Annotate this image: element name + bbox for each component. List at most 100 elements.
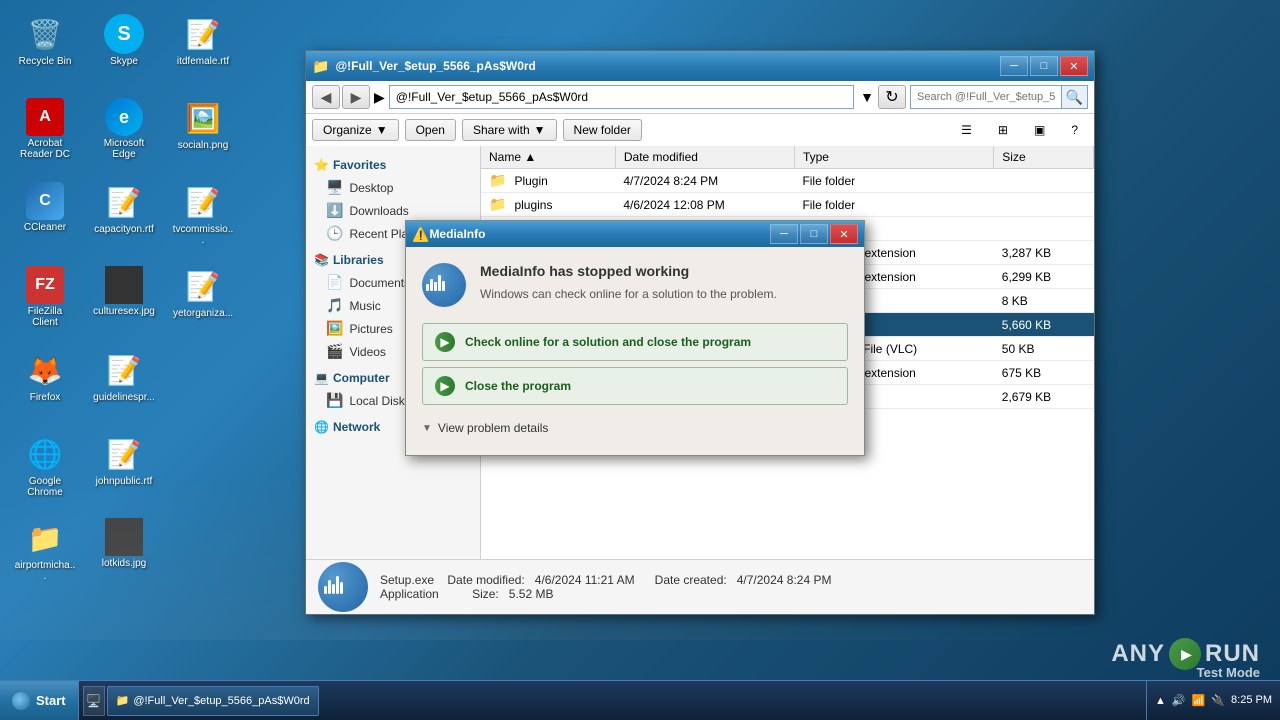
dialog-maximize-button[interactable]: □ — [800, 224, 828, 244]
view-large-button[interactable]: ⊞ — [988, 120, 1018, 140]
network-tray-icon[interactable]: 📶 — [1192, 694, 1206, 707]
documents-icon-small: 📄 — [326, 274, 343, 291]
search-button[interactable]: 🔍 — [1061, 86, 1087, 108]
ccleaner-image: C — [26, 182, 64, 220]
yetorganiza-label: yetorganiza... — [173, 308, 233, 319]
search-input[interactable] — [911, 86, 1061, 108]
power-icon[interactable]: 🔌 — [1211, 694, 1225, 707]
ccleaner-icon[interactable]: C CCleaner — [10, 178, 80, 258]
skype-icon[interactable]: S Skype — [89, 10, 159, 90]
file-size: 2,679 KB — [994, 385, 1094, 409]
sidebar-localdisk-label: Local Disk — [349, 394, 404, 408]
tvcommission-rtf-icon[interactable]: 📝 tvcommissio... — [168, 178, 238, 258]
sidebar-item-desktop[interactable]: 🖥️ Desktop — [306, 176, 480, 199]
table-row[interactable]: 📁Plugin 4/7/2024 8:24 PM File folder — [481, 169, 1094, 193]
status-date-modified: 4/6/2024 11:21 AM — [535, 573, 635, 587]
lotkids-jpg-image — [105, 518, 143, 556]
minimize-button[interactable]: ─ — [1000, 56, 1028, 76]
col-type[interactable]: Type — [794, 146, 993, 169]
acrobat-reader-label: Acrobat Reader DC — [14, 138, 76, 160]
status-size: 5.52 MB — [509, 587, 554, 601]
close-button[interactable]: ✕ — [1060, 56, 1088, 76]
file-size: 50 KB — [994, 337, 1094, 361]
file-size — [994, 217, 1094, 241]
dialog-titlebar: ⚠️ MediaInfo ─ □ ✕ — [406, 221, 864, 247]
system-clock[interactable]: 8:25 PM — [1231, 693, 1272, 708]
tray-up-arrow[interactable]: ▲ — [1155, 695, 1166, 707]
col-name[interactable]: Name ▲ — [481, 146, 615, 169]
status-bar: Setup.exe Date modified: 4/6/2024 11:21 … — [306, 559, 1094, 614]
dialog-stopped-msg: MediaInfo has stopped working — [480, 263, 848, 279]
file-date: 4/6/2024 12:08 PM — [615, 193, 794, 217]
microsoft-edge-label: Microsoft Edge — [93, 138, 155, 160]
new-folder-label: New folder — [574, 123, 631, 137]
view-problem-details-label: View problem details — [438, 421, 549, 435]
volume-icon[interactable]: 🔊 — [1172, 694, 1186, 707]
filezilla-icon[interactable]: FZ FileZilla Client — [10, 262, 80, 342]
capacityon-rtf-icon[interactable]: 📝 capacityon.rtf — [89, 178, 159, 258]
anyrun-any-text: ANY — [1111, 640, 1165, 668]
organize-button[interactable]: Organize ▼ — [312, 119, 399, 141]
itdfemale-rtf-icon[interactable]: 📝 itdfemale.rtf — [168, 10, 238, 90]
help-button[interactable]: ? — [1061, 120, 1088, 140]
yetorganiza-icon[interactable]: 📝 yetorganiza... — [168, 262, 238, 342]
dialog-sub-msg: Windows can check online for a solution … — [480, 287, 848, 301]
refresh-button[interactable]: ↻ — [878, 85, 906, 109]
dialog-minimize-button[interactable]: ─ — [770, 224, 798, 244]
share-with-button[interactable]: Share with ▼ — [462, 119, 557, 141]
airportmicha-icon[interactable]: 📁 airportmicha... — [10, 514, 80, 594]
system-tray: ▲ 🔊 📶 🔌 8:25 PM — [1146, 681, 1280, 720]
status-filename: Setup.exe — [380, 573, 434, 587]
table-row[interactable]: 📁plugins 4/6/2024 12:08 PM File folder — [481, 193, 1094, 217]
filezilla-label: FileZilla Client — [14, 306, 76, 328]
dialog-message: MediaInfo has stopped working Windows ca… — [480, 263, 848, 301]
status-type-row: Application Size: 5.52 MB — [380, 587, 831, 601]
taskbar-explorer-item[interactable]: 📁 @!Full_Ver_$etup_5566_pAs$W0rd — [107, 686, 319, 716]
recycle-bin-icon[interactable]: 🗑️ Recycle Bin — [10, 10, 80, 90]
guidelinespr-rtf-icon[interactable]: 📝 guidelinespr... — [89, 346, 159, 426]
breadcrumb-arrow[interactable]: ▶ — [374, 89, 385, 106]
file-date: 4/7/2024 8:24 PM — [615, 169, 794, 193]
show-desktop-button[interactable]: 🖥️ — [83, 686, 105, 716]
microsoft-edge-icon[interactable]: e Microsoft Edge — [89, 94, 159, 174]
address-dropdown[interactable]: ▼ — [860, 89, 874, 105]
lotkids-jpg-icon[interactable]: lotkids.jpg — [89, 514, 159, 594]
back-button[interactable]: ◀ — [312, 85, 340, 109]
dialog-title-icon: ⚠️ — [412, 226, 429, 243]
col-size[interactable]: Size — [994, 146, 1094, 169]
address-input[interactable] — [389, 85, 854, 109]
johnpublic-rtf-icon[interactable]: 📝 johnpublic.rtf — [89, 430, 159, 510]
skype-image: S — [104, 14, 144, 54]
share-with-label: Share with — [473, 123, 530, 137]
organize-arrow: ▼ — [376, 123, 388, 137]
desktop-icons-grid: 🗑️ Recycle Bin S Skype 📝 itdfemale.rtf A… — [10, 10, 243, 594]
acrobat-reader-icon[interactable]: A Acrobat Reader DC — [10, 94, 80, 174]
maximize-button[interactable]: □ — [1030, 56, 1058, 76]
check-online-button[interactable]: ▶ Check online for a solution and close … — [422, 323, 848, 361]
view-details-button[interactable]: ☰ — [951, 120, 982, 140]
firefox-icon[interactable]: 🦊 Firefox — [10, 346, 80, 426]
google-chrome-icon[interactable]: 🌐 Google Chrome — [10, 430, 80, 510]
close-program-arrow-icon: ▶ — [435, 376, 455, 396]
forward-button[interactable]: ▶ — [342, 85, 370, 109]
tvcommission-rtf-image: 📝 — [183, 182, 223, 222]
sidebar-item-downloads[interactable]: ⬇️ Downloads — [306, 199, 480, 222]
open-button[interactable]: Open — [405, 119, 456, 141]
col-date[interactable]: Date modified — [615, 146, 794, 169]
start-button[interactable]: Start — [0, 681, 79, 720]
preview-pane-button[interactable]: ▣ — [1024, 120, 1055, 140]
address-bar: ◀ ▶ ▶ ▼ ↻ 🔍 — [306, 81, 1094, 114]
culturesex-jpg-icon[interactable]: culturesex.jpg — [89, 262, 159, 342]
sidebar-documents-label: Documents — [349, 276, 410, 290]
new-folder-button[interactable]: New folder — [563, 119, 642, 141]
file-type: File folder — [794, 193, 993, 217]
sidebar-music-label: Music — [349, 299, 380, 313]
dialog-close-button[interactable]: ✕ — [830, 224, 858, 244]
view-problem-details[interactable]: ▼ View problem details — [422, 417, 848, 439]
capacityon-rtf-image: 📝 — [104, 182, 144, 222]
socialn-png-icon[interactable]: 🖼️ socialn.png — [168, 94, 238, 174]
firefox-image: 🦊 — [25, 350, 65, 390]
google-chrome-label: Google Chrome — [14, 476, 76, 498]
close-program-button[interactable]: ▶ Close the program — [422, 367, 848, 405]
guidelinespr-rtf-image: 📝 — [104, 350, 144, 390]
